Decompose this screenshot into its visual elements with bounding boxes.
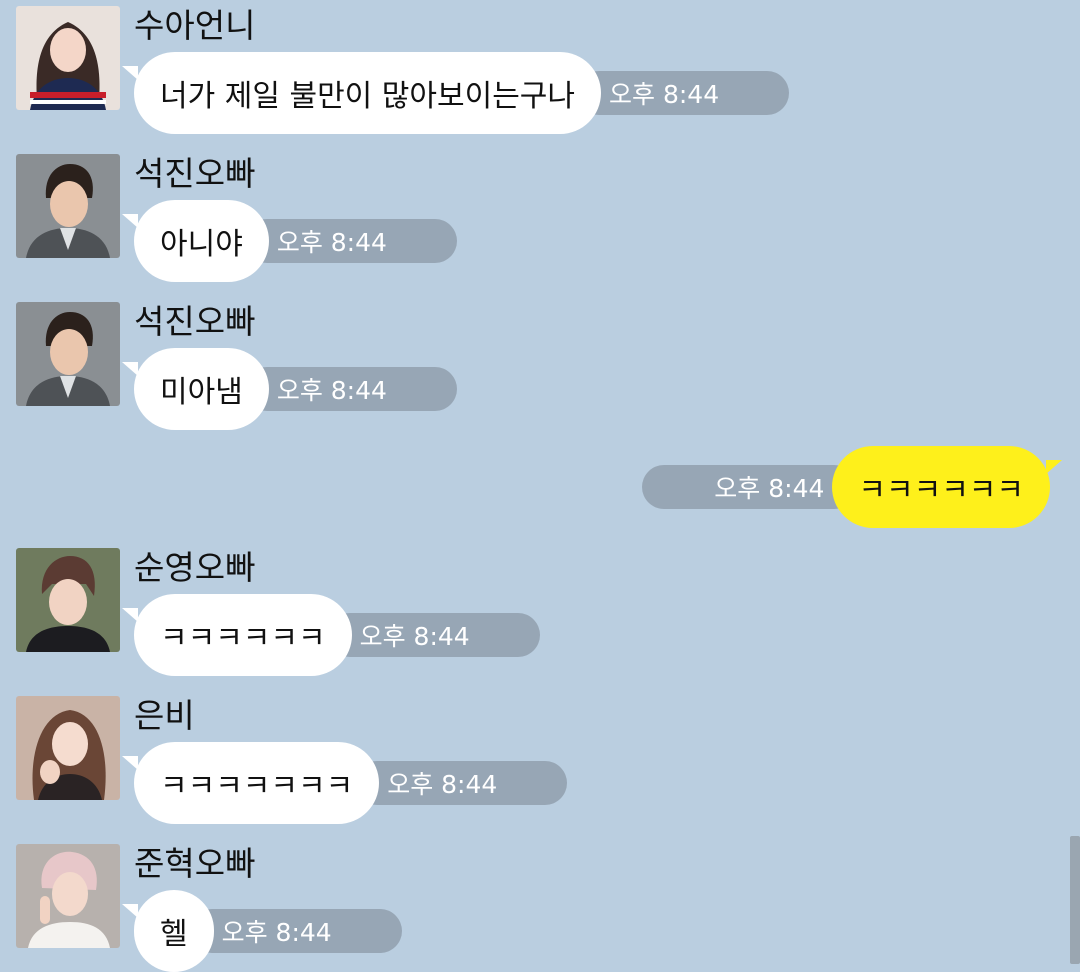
avatar[interactable] [16, 548, 120, 652]
profile-photo-icon [16, 844, 120, 948]
message-timestamp: 오후 8:44 [642, 465, 857, 509]
message-timestamp: 오후 8:44 [244, 367, 457, 411]
profile-photo-icon [16, 548, 120, 652]
message-bubble[interactable]: 헬 [122, 890, 214, 972]
message-timestamp: 오후 8:44 [327, 613, 540, 657]
profile-photo-icon [16, 302, 120, 406]
message-timestamp: 오후 8:44 [189, 909, 402, 953]
message-timestamp: 오후 8:44 [577, 71, 790, 115]
message-bubble[interactable]: 너가 제일 불만이 많아보이는구나 [121, 52, 602, 134]
message-bubble[interactable]: 미아냄 [122, 348, 269, 430]
message-timestamp: 오후 8:44 [244, 219, 457, 263]
avatar[interactable] [16, 6, 120, 110]
avatar[interactable] [16, 154, 120, 258]
profile-photo-icon [16, 6, 120, 110]
sender-name: 수아언니 [134, 6, 256, 45]
message-bubble[interactable]: ㅋㅋㅋㅋㅋㅋㅋ [121, 742, 380, 824]
message-bubble[interactable]: ㅋㅋㅋㅋㅋㅋ [832, 446, 1062, 528]
sender-name: 석진오빠 [134, 302, 256, 341]
profile-photo-icon [16, 696, 120, 800]
avatar[interactable] [16, 302, 120, 406]
sender-name: 준혁오빠 [134, 844, 256, 883]
profile-photo-icon [16, 154, 120, 258]
sender-name: 은비 [134, 696, 195, 735]
message-bubble[interactable]: ㅋㅋㅋㅋㅋㅋ [122, 594, 352, 676]
avatar[interactable] [16, 696, 120, 800]
scrollbar[interactable] [1070, 836, 1080, 964]
avatar[interactable] [16, 844, 120, 948]
message-bubble[interactable]: 아니야 [122, 200, 269, 282]
sender-name: 순영오빠 [134, 548, 256, 587]
sender-name: 석진오빠 [134, 154, 256, 193]
message-timestamp: 오후 8:44 [355, 761, 568, 805]
